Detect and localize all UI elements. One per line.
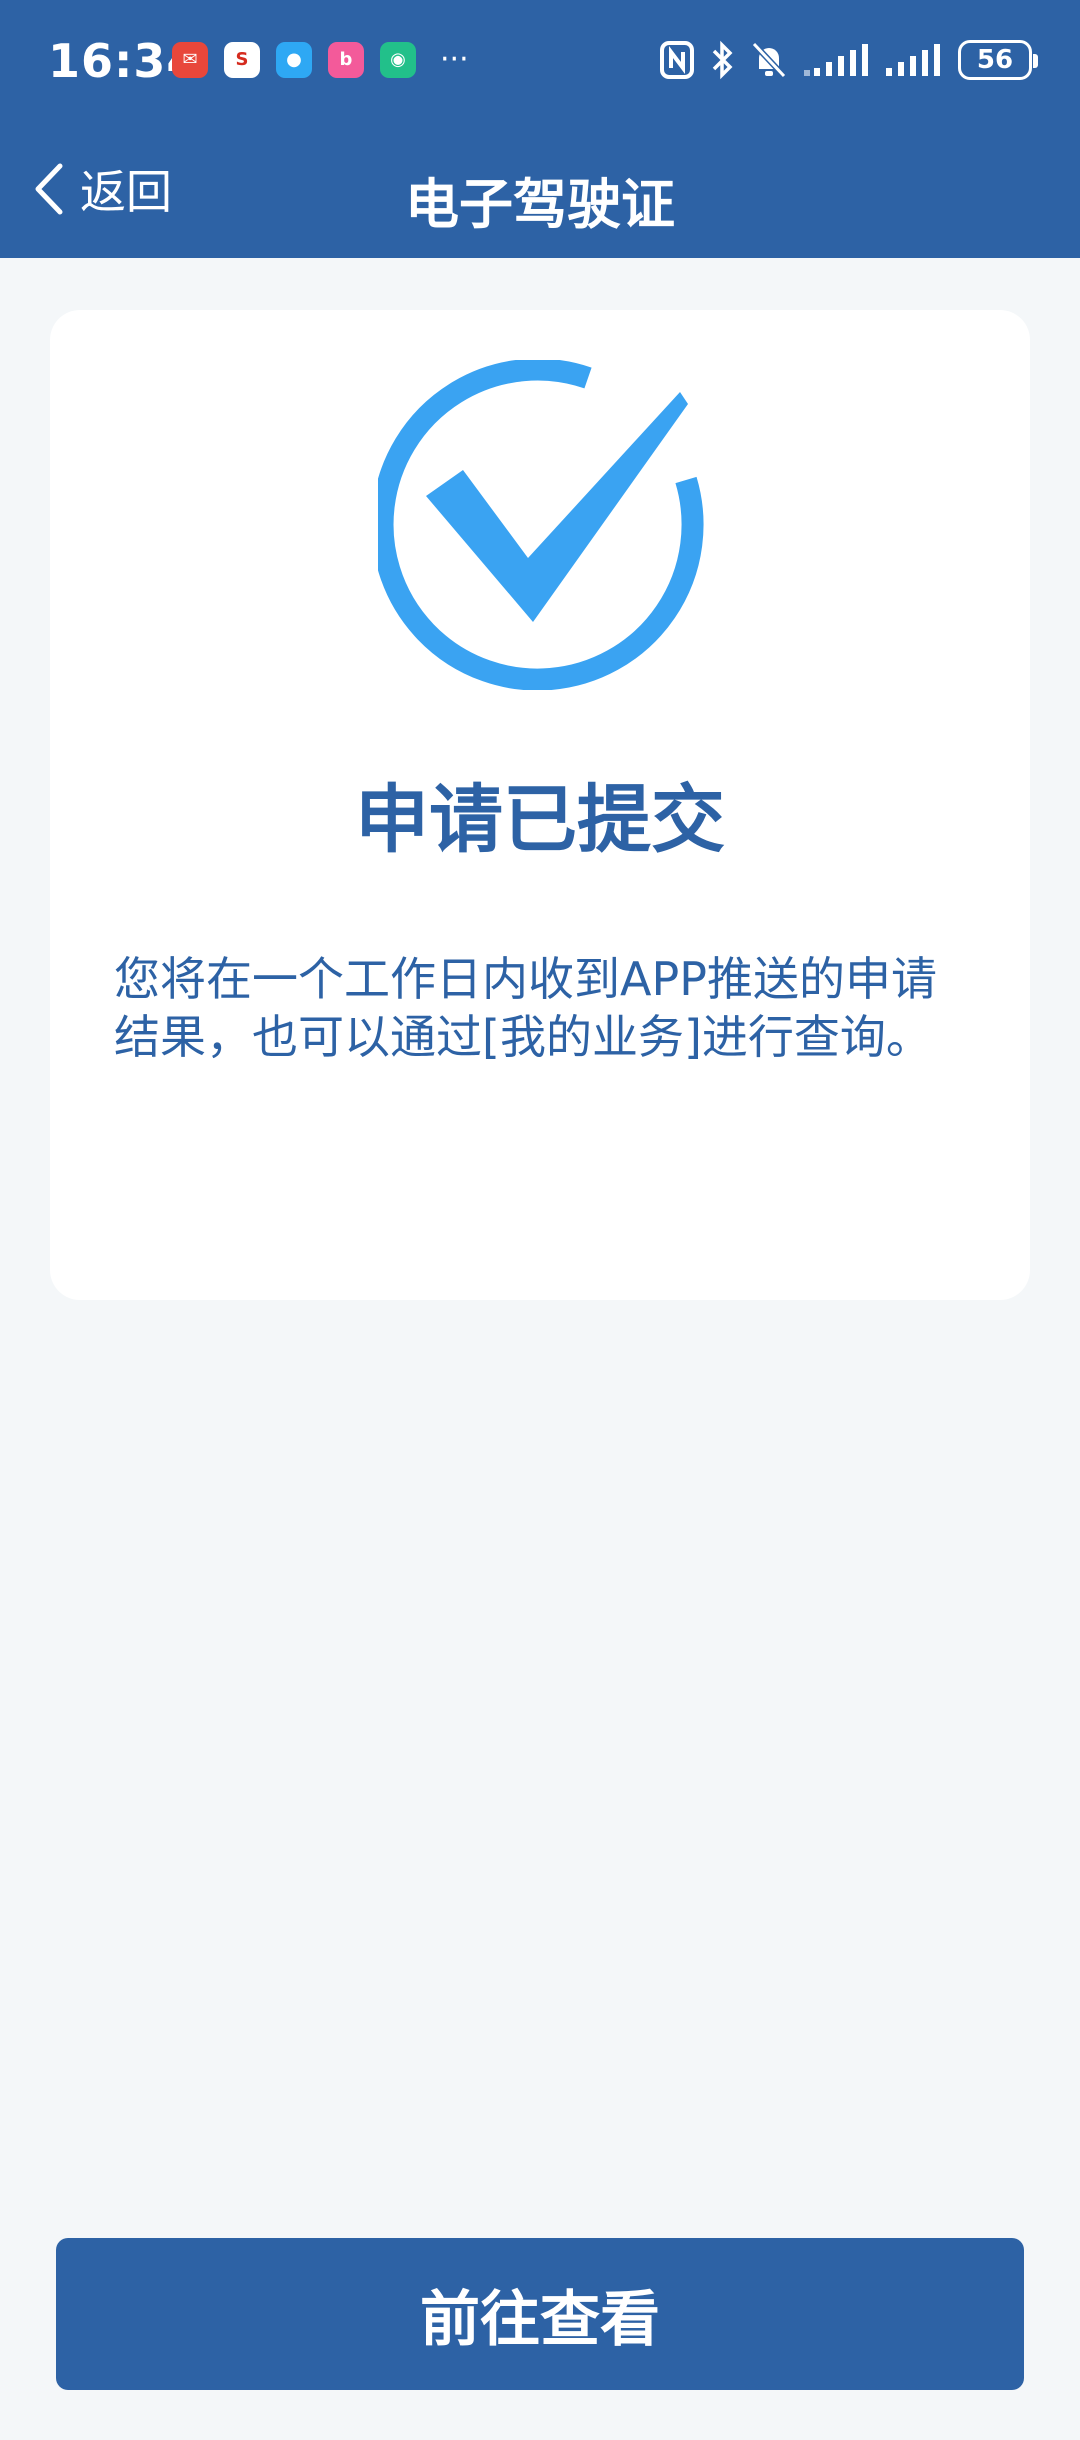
app-icon-pink: b (328, 42, 364, 78)
app-icon-green: ◉ (380, 42, 416, 78)
header: 16:34 ✉ S ● b ◉ ··· 56 返回 电子驾驶证 (0, 0, 1080, 258)
system-icons: 56 (660, 40, 1038, 80)
page-title: 电子驾驶证 (405, 173, 675, 236)
result-card: 申请已提交 您将在一个工作日内收到APP推送的申请结果，也可以通过[我的业务]进… (50, 310, 1030, 1300)
app-icon-chat: ● (276, 42, 312, 78)
battery-indicator: 56 (958, 40, 1038, 80)
status-bar: 16:34 ✉ S ● b ◉ ··· 56 (0, 0, 1080, 120)
app-icon-red: ✉ (172, 42, 208, 78)
nfc-icon (660, 41, 694, 79)
success-title: 申请已提交 (355, 777, 725, 863)
signal-sim2-icon (886, 44, 940, 76)
mute-bell-icon (751, 41, 787, 79)
more-notifications-icon: ··· (440, 42, 469, 77)
nav-bar: 返回 电子驾驶证 (0, 120, 1080, 258)
bluetooth-icon (712, 40, 733, 80)
result-description: 您将在一个工作日内收到APP推送的申请结果，也可以通过[我的业务]进行查询。 (114, 952, 937, 1064)
success-check-icon (371, 358, 708, 691)
go-view-button[interactable]: 前往查看 (56, 2238, 1024, 2390)
app-icon-sina: S (224, 42, 260, 78)
signal-sim1-icon (804, 44, 868, 76)
notification-icons: ✉ S ● b ◉ ··· (172, 42, 469, 78)
